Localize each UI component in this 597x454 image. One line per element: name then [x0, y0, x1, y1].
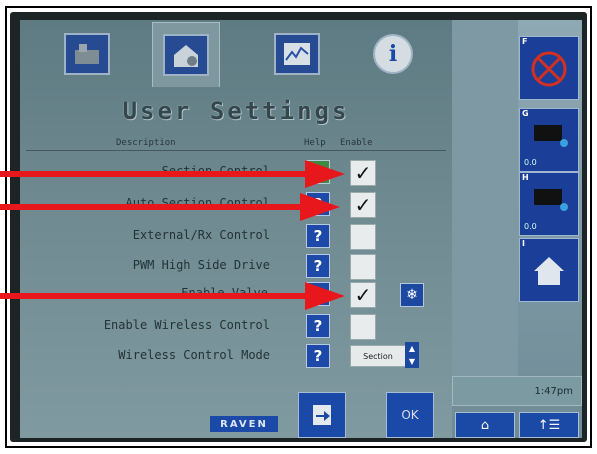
- row-label: External/Rx Control: [132, 228, 270, 242]
- help-button[interactable]: ?: [306, 224, 330, 248]
- tab-info[interactable]: i: [360, 26, 426, 82]
- exit-button[interactable]: [298, 392, 346, 438]
- sidebar-button-letter: F: [522, 37, 528, 46]
- header-divider: [26, 150, 446, 151]
- callout-arrow-head: [305, 282, 345, 310]
- sidebar-value: 0.0: [524, 222, 537, 231]
- sidebar-button-letter: H: [522, 173, 529, 182]
- callout-arrow-head: [305, 160, 345, 188]
- settings-row: PWM High Side Drive ?: [20, 252, 452, 280]
- external-rx-control-checkbox[interactable]: [350, 224, 376, 250]
- callout-arrow-shaft: [0, 171, 305, 177]
- chevron-up-icon: ▲: [408, 344, 416, 353]
- chevron-down-icon: ▼: [408, 357, 416, 366]
- enable-valve-checkbox[interactable]: ✓: [350, 282, 376, 308]
- callout-arrow-shaft: [0, 204, 300, 210]
- row-label: PWM High Side Drive: [132, 258, 270, 272]
- help-button[interactable]: ?: [306, 344, 330, 368]
- page-title: User Settings: [122, 97, 350, 125]
- column-header-enable: Enable: [340, 138, 373, 148]
- info-icon: i: [373, 34, 413, 74]
- enable-wireless-control-checkbox[interactable]: [350, 314, 376, 340]
- callout-arrow-head: [300, 193, 340, 221]
- home-icon: ⌂: [480, 417, 490, 433]
- home-button[interactable]: ⌂: [455, 412, 515, 438]
- column-header-help: Help: [304, 138, 326, 148]
- select-spinner[interactable]: ▲ ▼: [405, 342, 419, 368]
- sidebar-button-letter: G: [522, 109, 529, 118]
- settings-row: Wireless Control Mode ? Section ▲ ▼: [20, 342, 452, 370]
- settings-row: External/Rx Control ?: [20, 222, 452, 250]
- callout-arrow-shaft: [0, 293, 305, 299]
- machine-icon: [64, 33, 110, 75]
- sprayer-icon: [534, 125, 568, 147]
- sidebar-value: 0.0: [524, 158, 537, 167]
- menu-button[interactable]: ↑☰: [519, 412, 579, 438]
- auto-section-control-checkbox[interactable]: ✓: [350, 192, 376, 218]
- no-boom-icon: [531, 51, 567, 87]
- tab-diagnostics[interactable]: [264, 26, 330, 82]
- wireless-mode-select[interactable]: Section: [350, 345, 406, 367]
- tab-machine[interactable]: [54, 26, 120, 82]
- row-label: Enable Wireless Control: [103, 318, 270, 332]
- tab-settings[interactable]: [152, 22, 220, 87]
- sidebar-strip: [452, 20, 518, 380]
- row-label: Wireless Control Mode: [118, 348, 270, 362]
- exit-icon: [313, 405, 331, 425]
- tab-bar: i: [20, 20, 452, 88]
- sidebar-button-i[interactable]: I: [519, 238, 579, 302]
- ok-button[interactable]: OK: [386, 392, 434, 438]
- snowflake-icon[interactable]: ❄: [400, 283, 424, 307]
- section-control-checkbox[interactable]: ✓: [350, 160, 376, 186]
- sidebar-button-f[interactable]: F: [519, 36, 579, 100]
- pwm-high-side-drive-checkbox[interactable]: [350, 254, 376, 280]
- diagnostics-icon: [274, 33, 320, 75]
- clock-display: 1:47pm: [452, 376, 582, 406]
- settings-icon: [163, 34, 209, 76]
- main-screen: i User Settings Description Help Enable …: [20, 20, 452, 438]
- arrow-menu-icon: ↑☰: [537, 417, 561, 433]
- raven-logo: RAVEN: [210, 416, 278, 432]
- home-icon: [534, 257, 564, 285]
- help-button[interactable]: ?: [306, 314, 330, 338]
- sidebar-button-g[interactable]: G 0.0: [519, 108, 579, 172]
- column-header-description: Description: [116, 138, 176, 148]
- sidebar-button-letter: I: [522, 239, 525, 248]
- settings-row: Enable Wireless Control ?: [20, 312, 452, 340]
- sidebar-button-h[interactable]: H 0.0: [519, 172, 579, 236]
- help-button[interactable]: ?: [306, 254, 330, 278]
